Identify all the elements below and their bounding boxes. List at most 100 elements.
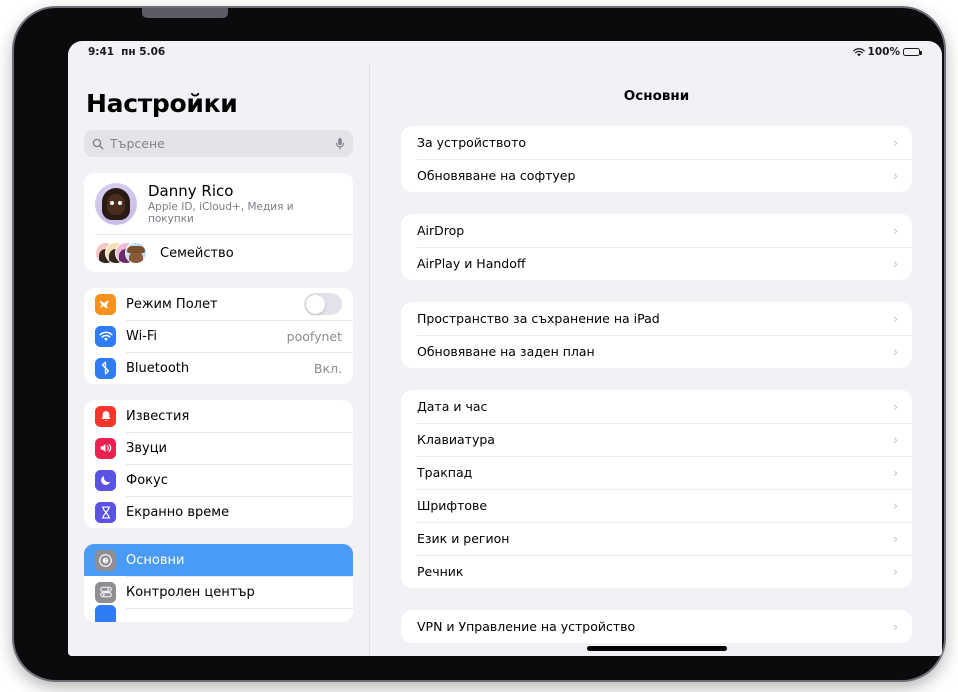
detail-row-keyboard[interactable]: Клавиатура › xyxy=(401,423,912,456)
chevron-right-icon: › xyxy=(893,531,898,546)
ipad-screen: 9:41 пн 5.06 100% Настройки Търсене Dann… xyxy=(68,41,942,656)
wifi-network-value: poofynet xyxy=(286,328,342,344)
bell-icon xyxy=(95,405,116,427)
detail-row-language-region[interactable]: Език и регион › xyxy=(401,522,912,555)
battery-icon xyxy=(903,47,922,57)
account-group: Danny Rico Apple ID, iCloud+, Медия и по… xyxy=(84,173,353,272)
storage-group: Пространство за съхранение на iPad › Обн… xyxy=(401,302,912,368)
family-row[interactable]: Семейство xyxy=(84,234,353,272)
wifi-icon xyxy=(95,325,116,347)
sidebar-item-label: Контролен център xyxy=(126,584,255,600)
sidebar-item-bluetooth[interactable]: Bluetooth Вкл. xyxy=(84,352,353,384)
detail-row-label: Клавиатура xyxy=(417,432,495,447)
moon-icon xyxy=(95,469,116,491)
chevron-right-icon: › xyxy=(893,465,898,480)
detail-row-label: Дата и час xyxy=(417,399,488,414)
account-name: Danny Rico xyxy=(148,182,234,200)
detail-row-software-update[interactable]: Обновяване на софтуер › xyxy=(401,159,912,192)
sidebar-item-label: Екранно време xyxy=(126,504,230,520)
vpn-group: VPN и Управление на устройство › xyxy=(401,610,912,643)
status-time: 9:41 xyxy=(88,46,115,58)
control-center-icon xyxy=(95,581,116,603)
sidebar-item-airplane-mode[interactable]: Режим Полет xyxy=(84,288,353,320)
detail-row-trackpad[interactable]: Тракпад › xyxy=(401,456,912,489)
detail-row-label: Речник xyxy=(417,564,464,579)
camera-bump xyxy=(142,8,228,18)
detail-row-label: Пространство за съхранение на iPad xyxy=(417,311,660,326)
status-bar: 9:41 пн 5.06 100% xyxy=(68,41,942,63)
chevron-right-icon: › xyxy=(893,223,898,238)
device-info-group: За устройството › Обновяване на софтуер … xyxy=(401,126,912,192)
sidebar-item-label: Основни xyxy=(126,552,185,568)
chevron-right-icon: › xyxy=(893,399,898,414)
sidebar-item-focus[interactable]: Фокус xyxy=(84,464,353,496)
search-placeholder: Търсене xyxy=(110,136,165,151)
detail-row-fonts[interactable]: Шрифтове › xyxy=(401,489,912,522)
speaker-icon xyxy=(95,437,116,459)
status-date: пн 5.06 xyxy=(121,46,166,58)
search-input[interactable]: Търсене xyxy=(84,130,353,157)
detail-title: Основни xyxy=(623,88,690,104)
general-detail-pane: Основни За устройството › Обновяване на … xyxy=(371,63,942,656)
sidebar-item-label: Звуци xyxy=(126,440,167,456)
chevron-right-icon: › xyxy=(893,311,898,326)
family-memoji-stack xyxy=(95,241,149,265)
settings-sidebar: Настройки Търсене Danny Rico Apple ID, i… xyxy=(68,63,370,656)
apple-account-row[interactable]: Danny Rico Apple ID, iCloud+, Медия и по… xyxy=(84,173,353,234)
detail-row-airplay-handoff[interactable]: AirPlay и Handoff › xyxy=(401,247,912,280)
partial-app-icon xyxy=(95,604,116,622)
chevron-right-icon: › xyxy=(893,256,898,271)
chevron-right-icon: › xyxy=(893,135,898,150)
battery-percent: 100% xyxy=(867,46,900,58)
gear-icon xyxy=(95,549,116,571)
sidebar-item-general[interactable]: Основни xyxy=(84,544,353,576)
detail-row-label: Обновяване на заден план xyxy=(417,344,595,359)
detail-row-dictionary[interactable]: Речник › xyxy=(401,555,912,588)
detail-row-label: Език и регион xyxy=(417,531,510,546)
connectivity-group: Режим Полет Wi-Fi poofynet Bluetooth Вкл… xyxy=(84,288,353,384)
airplane-mode-toggle[interactable] xyxy=(304,293,342,315)
sidebar-item-label: Bluetooth xyxy=(126,360,190,376)
home-indicator xyxy=(586,646,727,651)
sidebar-item-screen-time[interactable]: Екранно време xyxy=(84,496,353,528)
detail-row-vpn-device-management[interactable]: VPN и Управление на устройство › xyxy=(401,610,912,643)
detail-row-date-time[interactable]: Дата и час › xyxy=(401,390,912,423)
family-label: Семейство xyxy=(160,245,234,261)
detail-row-about[interactable]: За устройството › xyxy=(401,126,912,159)
ipad-device-frame: 9:41 пн 5.06 100% Настройки Търсене Dann… xyxy=(14,8,944,680)
chevron-right-icon: › xyxy=(893,344,898,359)
page-title: Настройки xyxy=(86,89,238,118)
bluetooth-state-value: Вкл. xyxy=(313,360,342,376)
status-bar-right: 100% xyxy=(852,46,922,58)
chevron-right-icon: › xyxy=(893,619,898,634)
microphone-icon[interactable] xyxy=(335,137,345,150)
sidebar-item-label: Wi-Fi xyxy=(126,328,158,344)
sidebar-item-control-center[interactable]: Контролен център xyxy=(84,576,353,608)
sharing-group: AirDrop › AirPlay и Handoff › xyxy=(401,214,912,280)
detail-row-label: За устройството xyxy=(417,135,527,150)
bluetooth-icon xyxy=(95,357,116,379)
sidebar-item-notifications[interactable]: Известия xyxy=(84,400,353,432)
search-icon xyxy=(92,138,104,150)
account-subtitle: Apple ID, iCloud+, Медия и покупки xyxy=(148,201,294,225)
sidebar-item-label: Фокус xyxy=(126,472,168,488)
sidebar-item-partial[interactable] xyxy=(84,604,353,622)
sidebar-item-label: Известия xyxy=(126,408,190,424)
hourglass-icon xyxy=(95,501,116,523)
alerts-group: Известия Звуци Фокус Екранно време xyxy=(84,400,353,528)
detail-row-background-refresh[interactable]: Обновяване на заден план › xyxy=(401,335,912,368)
status-bar-left: 9:41 пн 5.06 xyxy=(88,46,165,58)
sidebar-item-label: Режим Полет xyxy=(126,296,218,312)
detail-row-label: Обновяване на софтуер xyxy=(417,168,576,183)
chevron-right-icon: › xyxy=(893,564,898,579)
detail-row-ipad-storage[interactable]: Пространство за съхранение на iPad › xyxy=(401,302,912,335)
detail-row-label: AirPlay и Handoff xyxy=(417,256,526,271)
chevron-right-icon: › xyxy=(893,498,898,513)
wifi-icon xyxy=(852,47,865,57)
airplane-icon xyxy=(95,293,116,315)
sidebar-item-wifi[interactable]: Wi-Fi poofynet xyxy=(84,320,353,352)
detail-row-airdrop[interactable]: AirDrop › xyxy=(401,214,912,247)
preferences-group: Дата и час › Клавиатура › Тракпад › Шриф… xyxy=(401,390,912,588)
memoji-avatar xyxy=(95,182,137,225)
sidebar-item-sounds[interactable]: Звуци xyxy=(84,432,353,464)
